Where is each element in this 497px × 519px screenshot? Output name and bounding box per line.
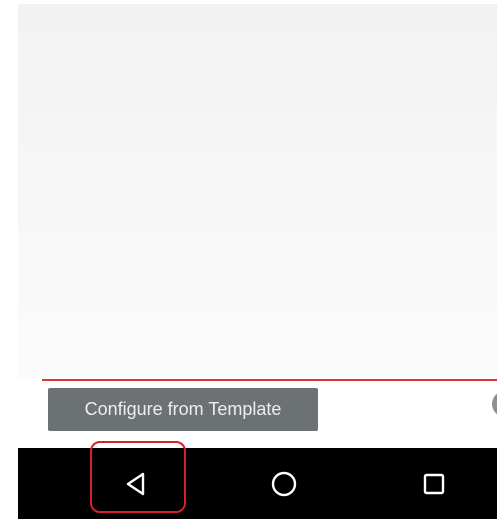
content-area [18, 4, 497, 379]
home-button[interactable] [236, 448, 332, 519]
home-circle-icon [271, 471, 297, 496]
phone-screen: Configure from Template [18, 0, 497, 519]
recents-button[interactable] [386, 448, 482, 519]
back-button-highlight [90, 441, 186, 513]
tooltip-configure-from-template: Configure from Template [48, 388, 318, 431]
recents-square-icon [423, 473, 445, 494]
